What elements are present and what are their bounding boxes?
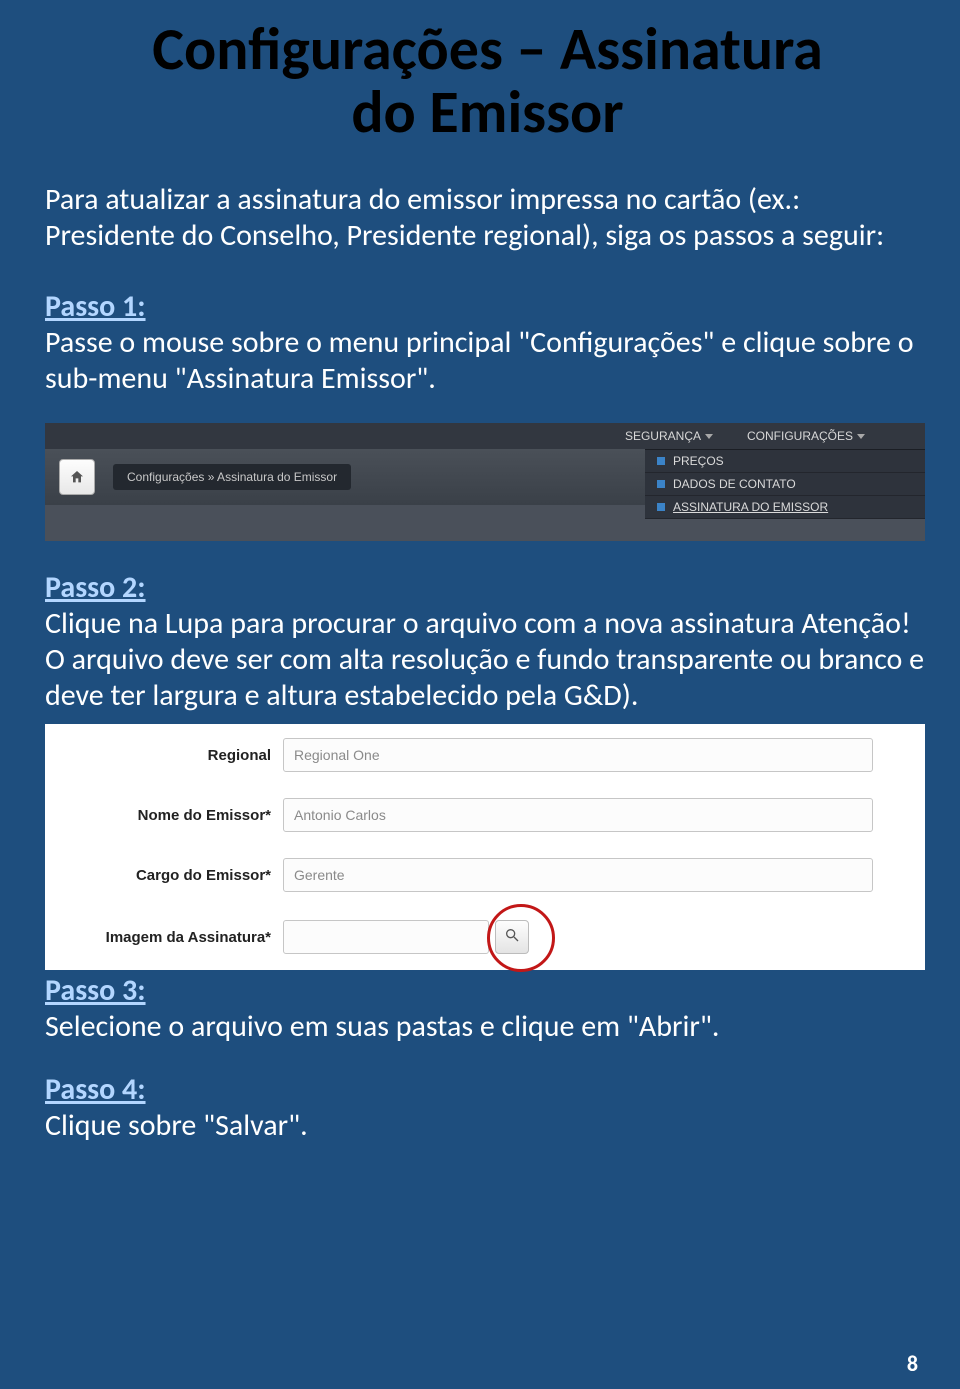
step2-text: Clique na Lupa para procurar o arquivo c… bbox=[45, 606, 930, 714]
input-cargo-emissor[interactable]: Gerente bbox=[283, 858, 873, 892]
step3-text: Selecione o arquivo em suas pastas e cli… bbox=[45, 1009, 930, 1045]
nav-top-bar: SEGURANÇA CONFIGURAÇÕES bbox=[45, 423, 925, 449]
search-icon bbox=[504, 927, 520, 948]
label-nome-emissor: Nome do Emissor* bbox=[45, 807, 283, 824]
step1-label: Passo 1: bbox=[45, 288, 146, 325]
form-row-regional: Regional Regional One bbox=[45, 738, 873, 772]
step4-label: Passo 4: bbox=[45, 1071, 146, 1108]
home-icon bbox=[69, 469, 85, 485]
step4-text: Clique sobre "Salvar". bbox=[45, 1108, 930, 1144]
title-line2: do Emissor bbox=[351, 76, 623, 149]
input-nome-emissor[interactable]: Antonio Carlos bbox=[283, 798, 873, 832]
dropdown-precos-label: PREÇOS bbox=[673, 454, 724, 468]
step1-text: Passe o mouse sobre o menu principal "Co… bbox=[45, 325, 930, 397]
nav-top-seguranca[interactable]: SEGURANÇA bbox=[625, 429, 713, 443]
nav-top-configuracoes[interactable]: CONFIGURAÇÕES bbox=[747, 429, 865, 443]
label-regional: Regional bbox=[45, 747, 283, 764]
input-imagem-assinatura[interactable] bbox=[283, 920, 489, 954]
breadcrumb: Configurações » Assinatura do Emissor bbox=[113, 464, 351, 490]
page-title: Configurações – Assinatura do Emissor bbox=[45, 18, 930, 144]
screenshot-nav: SEGURANÇA CONFIGURAÇÕES Configurações » … bbox=[45, 423, 925, 541]
nav-top-seguranca-label: SEGURANÇA bbox=[625, 429, 701, 443]
browse-button[interactable] bbox=[495, 920, 529, 954]
chevron-down-icon bbox=[857, 434, 865, 439]
bullet-icon bbox=[657, 503, 665, 511]
config-dropdown: PREÇOS DADOS DE CONTATO ASSINATURA DO EM… bbox=[645, 449, 925, 519]
step3-label: Passo 3: bbox=[45, 972, 146, 1009]
screenshot-form: Regional Regional One Nome do Emissor* A… bbox=[45, 724, 925, 970]
dropdown-assinatura-emissor[interactable]: ASSINATURA DO EMISSOR bbox=[645, 496, 925, 519]
dropdown-assinatura-emissor-label: ASSINATURA DO EMISSOR bbox=[673, 500, 828, 514]
dropdown-dados-contato[interactable]: DADOS DE CONTATO bbox=[645, 473, 925, 496]
step2-label: Passo 2: bbox=[45, 569, 146, 606]
bullet-icon bbox=[657, 457, 665, 465]
form-row-imagem: Imagem da Assinatura* bbox=[45, 920, 529, 954]
home-button[interactable] bbox=[59, 459, 95, 495]
form-row-cargo: Cargo do Emissor* Gerente bbox=[45, 858, 873, 892]
bullet-icon bbox=[657, 480, 665, 488]
nav-top-configuracoes-label: CONFIGURAÇÕES bbox=[747, 429, 853, 443]
intro-text: Para atualizar a assinatura do emissor i… bbox=[45, 182, 930, 254]
page-number: 8 bbox=[907, 1350, 918, 1377]
label-cargo-emissor: Cargo do Emissor* bbox=[45, 867, 283, 884]
dropdown-precos[interactable]: PREÇOS bbox=[645, 450, 925, 473]
input-regional[interactable]: Regional One bbox=[283, 738, 873, 772]
label-imagem-assinatura: Imagem da Assinatura* bbox=[45, 929, 283, 946]
chevron-down-icon bbox=[705, 434, 713, 439]
dropdown-dados-contato-label: DADOS DE CONTATO bbox=[673, 477, 796, 491]
form-row-nome: Nome do Emissor* Antonio Carlos bbox=[45, 798, 873, 832]
